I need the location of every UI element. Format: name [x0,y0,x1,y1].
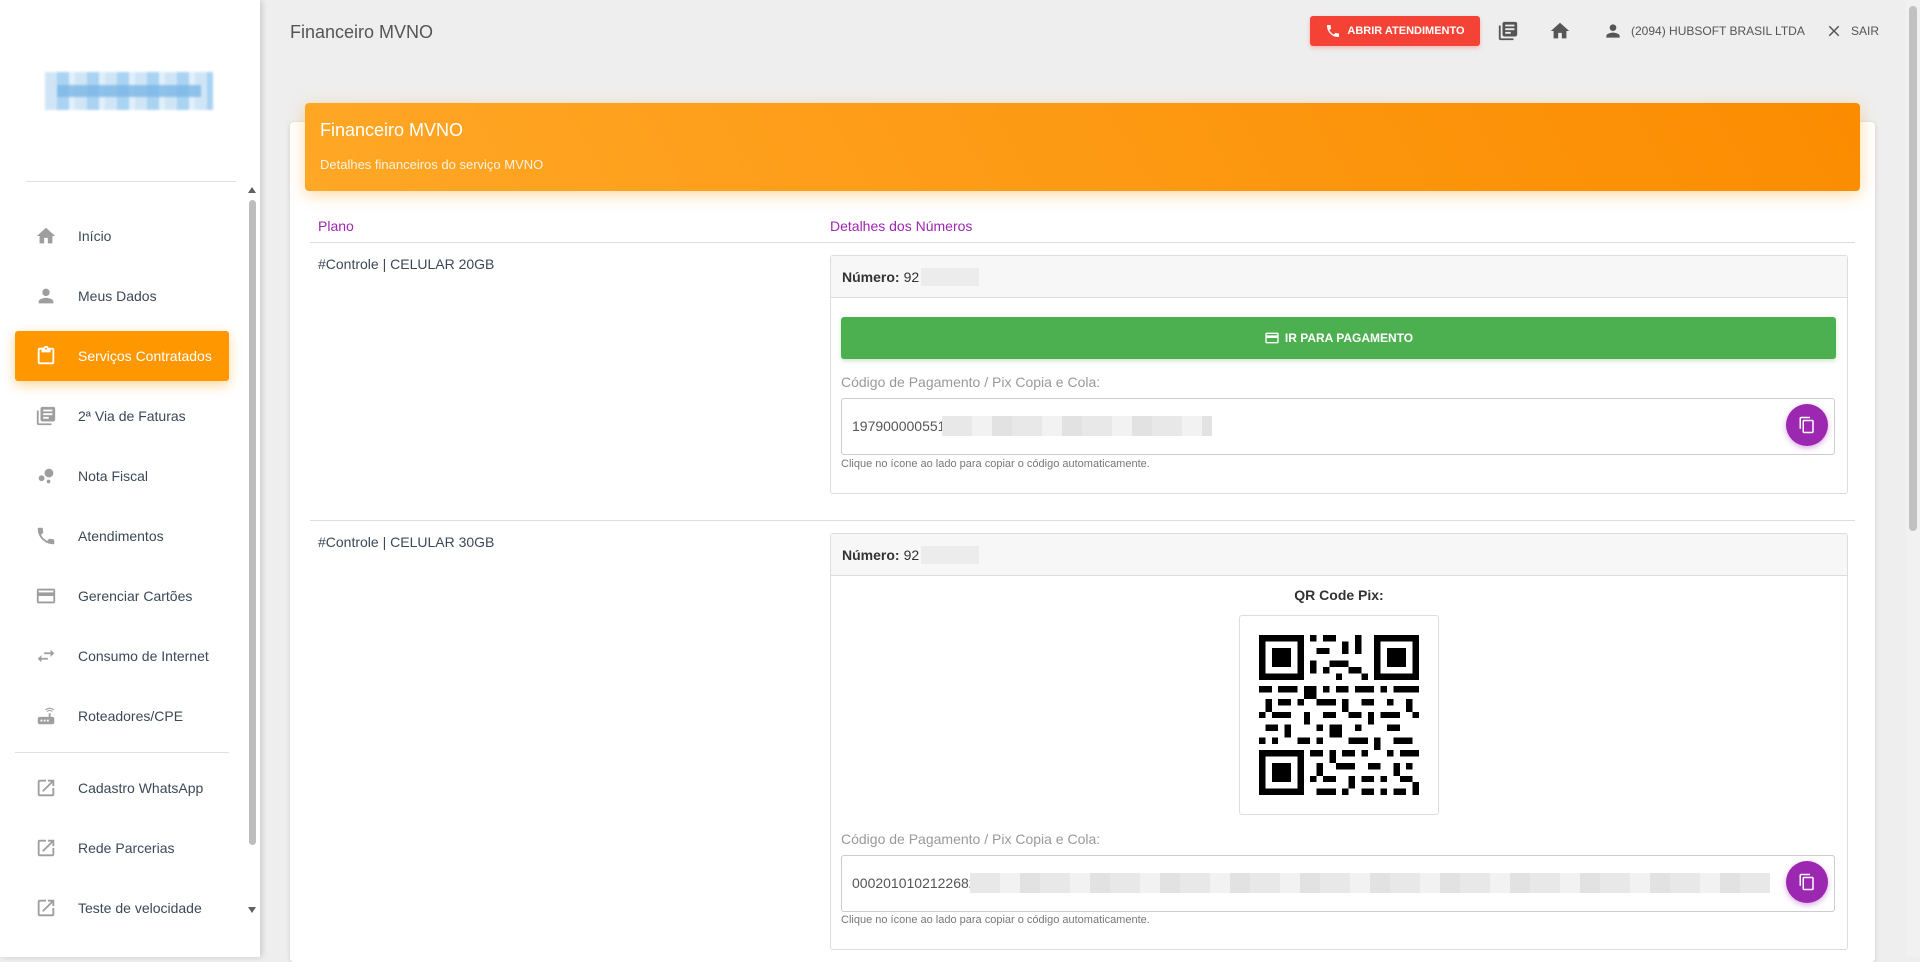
user-label: (2094) HUBSOFT BRASIL LTDA [1631,24,1805,38]
page-scrollbar[interactable] [1906,0,1920,957]
table-divider [310,520,1855,521]
sidebar-item-label: Serviços Contratados [78,348,212,364]
card-header: Financeiro MVNO Detalhes financeiros do … [305,103,1860,191]
scroll-up-arrow-icon[interactable] [248,187,256,193]
external-link-icon [35,897,57,919]
column-header-plan: Plano [318,218,354,234]
sidebar-item-gerenciar-cartoes[interactable]: Gerenciar Cartões [15,571,229,621]
number-details-box: Número: 92 IR PARA PAGAMENTO Código de P… [830,255,1848,494]
payment-code-value: 197900000551 [852,418,946,434]
credit-card-icon [35,585,57,607]
sidebar-item-label: Atendimentos [78,528,164,544]
sidebar-item-label: Gerenciar Cartões [78,588,193,604]
redacted-mask [921,545,980,564]
page-title: Financeiro MVNO [290,22,434,42]
open-ticket-button[interactable]: ABRIR ATENDIMENTO [1310,16,1480,46]
close-icon [1828,25,1840,37]
qr-code-image [1259,635,1419,795]
sidebar-item-label: Consumo de Internet [78,648,209,664]
user-menu[interactable]: (2094) HUBSOFT BRASIL LTDA [1603,20,1805,42]
go-to-payment-label: IR PARA PAGAMENTO [1284,331,1414,345]
sidebar-item-label: Meus Dados [78,288,157,304]
router-icon [35,705,57,727]
person-icon [35,285,57,307]
sidebar-item-servicos-contratados[interactable]: Serviços Contratados [15,331,229,381]
sidebar-item-inicio[interactable]: Início [15,211,229,261]
copy-icon [1799,873,1814,891]
plan-name: #Controle | CELULAR 20GB [318,256,495,272]
sidebar-divider [15,752,229,753]
scrollbar-thumb[interactable] [249,200,256,845]
home-icon[interactable] [1549,20,1571,42]
sidebar-item-label: Teste de velocidade [78,900,202,916]
external-link-icon [35,777,57,799]
payment-code-field[interactable]: 0002010102122682 [841,855,1835,912]
card-title: Financeiro MVNO [320,120,464,140]
sidebar-item-2-via-faturas[interactable]: 2ª Via de Faturas [15,391,229,441]
sidebar-scrollbar[interactable] [247,185,257,915]
qr-code-label: QR Code Pix: [1294,587,1384,603]
payment-code-label: Código de Pagamento / Pix Copia e Cola: [841,831,1101,847]
sidebar-item-label: Rede Parcerias [78,840,175,856]
sidebar-item-rede-parcerias[interactable]: Rede Parcerias [15,823,229,873]
credit-card-icon [1265,332,1279,344]
sidebar-item-nota-fiscal[interactable]: Nota Fiscal [15,451,229,501]
copy-hint: Clique no ícone ao lado para copiar o có… [841,458,1150,470]
sidebar-item-label: 2ª Via de Faturas [78,408,186,424]
sidebar-item-teste-velocidade[interactable]: Teste de velocidade [15,883,229,933]
number-label: Número: [842,546,900,563]
number-label: Número: [842,268,900,285]
open-ticket-label: ABRIR ATENDIMENTO [1347,25,1465,37]
invoices-icon[interactable] [1497,20,1519,42]
payment-code-value: 0002010102122682 [852,875,977,891]
invoices-icon [35,405,57,427]
sidebar-item-consumo-internet[interactable]: Consumo de Internet [15,631,229,681]
plan-name: #Controle | CELULAR 30GB [318,534,495,550]
number-details-box: Número: 92 QR Code Pix: Código de Pagame… [830,533,1848,950]
phone-icon [35,525,57,547]
pix-qr-code [1239,615,1439,815]
sidebar-item-label: Início [78,228,112,244]
sidebar: Início Meus Dados Serviços Contratados 2… [0,0,260,957]
card-subtitle: Detalhes financeiros do serviço MVNO [320,157,544,172]
phone-icon [1327,25,1340,37]
number-value: 92 [903,546,920,563]
exit-button[interactable]: SAIR [1825,20,1879,42]
redacted-mask [921,267,980,286]
number-value: 92 [903,268,920,285]
number-header: Número: 92 [831,534,1847,576]
copy-code-button[interactable] [1786,861,1828,903]
number-header: Número: 92 [831,256,1847,298]
column-header-details: Detalhes dos Números [830,218,973,234]
company-logo [45,72,213,110]
sidebar-item-label: Nota Fiscal [78,468,149,484]
copy-code-button[interactable] [1786,404,1828,446]
sidebar-divider [26,181,236,182]
scroll-down-arrow-icon[interactable] [248,907,256,913]
copy-hint: Clique no ícone ao lado para copiar o có… [841,914,1150,926]
sidebar-item-atendimentos[interactable]: Atendimentos [15,511,229,561]
payment-code-field[interactable]: 197900000551 [841,398,1835,455]
sidebar-item-meus-dados[interactable]: Meus Dados [15,271,229,321]
go-to-payment-button[interactable]: IR PARA PAGAMENTO [841,317,1836,359]
sidebar-item-cadastro-whatsapp[interactable]: Cadastro WhatsApp [15,763,229,813]
home-icon [35,225,57,247]
redacted-mask [942,416,1212,436]
external-link-icon [35,837,57,859]
bubbles-icon [35,465,57,487]
exit-label: SAIR [1851,24,1880,38]
scrollbar-thumb[interactable] [1909,6,1917,531]
sidebar-item-label: Cadastro WhatsApp [78,780,204,796]
sidebar-item-roteadores[interactable]: Roteadores/CPE [15,691,229,741]
table-divider [310,242,1855,243]
sidebar-item-label: Roteadores/CPE [78,708,184,724]
transfer-icon [35,645,57,667]
clipboard-icon [35,345,57,367]
copy-icon [1799,416,1814,434]
redacted-mask [970,873,1770,893]
payment-code-label: Código de Pagamento / Pix Copia e Cola: [841,374,1101,390]
person-icon [1606,24,1620,38]
